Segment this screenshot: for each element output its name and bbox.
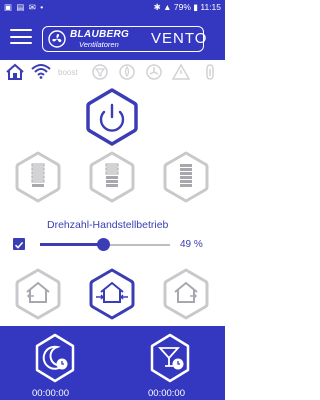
notification-icons: ▣ ▤ ✉ •: [4, 2, 45, 12]
fan-status-icon: [146, 64, 162, 80]
speed-1-button[interactable]: [15, 151, 61, 203]
mode-extract-button[interactable]: [15, 268, 61, 320]
battery-icon: ▮: [193, 2, 198, 12]
status-right: ✱ ▲ 79% ▮ 11:15: [154, 2, 221, 13]
night-mode-timer: 00:00:00: [32, 388, 69, 399]
brand-subtitle: Ventilatoren: [79, 40, 119, 49]
speed-slider-thumb[interactable]: [97, 238, 111, 251]
speed-2-button[interactable]: [89, 151, 135, 203]
clock-time: 11:15: [200, 2, 221, 12]
thermometer-icon: [206, 64, 214, 80]
mode-supply-button[interactable]: [163, 268, 209, 320]
fan-logo-icon: [48, 30, 66, 48]
party-mode-button[interactable]: [148, 333, 192, 383]
menu-hamburger-icon[interactable]: [10, 29, 32, 45]
mode-ventilation-button[interactable]: [89, 268, 135, 320]
manual-speed-checkbox[interactable]: [13, 238, 25, 250]
speed-mode-label: Drehzahl-Handstellbetrieb: [47, 219, 169, 231]
speed-3-button[interactable]: [163, 151, 209, 203]
warning-icon: [171, 63, 191, 80]
speed-percent: 49 %: [180, 239, 203, 250]
home-icon: [6, 63, 24, 80]
boost-indicator: boost: [58, 68, 78, 77]
battery-percent: 79%: [173, 2, 191, 12]
model-name: VENTO: [151, 30, 208, 47]
party-mode-timer: 00:00:00: [148, 388, 185, 399]
speed-slider-fill: [40, 243, 104, 246]
check-icon: [14, 241, 24, 249]
night-mode-button[interactable]: [33, 333, 77, 383]
bluetooth-icon: ✱: [153, 2, 161, 12]
wifi-icon: [31, 64, 51, 79]
humidity-icon: [119, 64, 135, 80]
filter-icon: [92, 64, 108, 80]
brand-name: BLAUBERG: [70, 29, 130, 40]
signal-icon: ▲: [163, 2, 172, 12]
status-bar: ▣ ▤ ✉ • ✱ ▲ 79% ▮ 11:15: [0, 0, 225, 14]
brand-logo: BLAUBERG Ventilatoren VENTO: [42, 26, 208, 52]
power-button[interactable]: [86, 88, 138, 146]
